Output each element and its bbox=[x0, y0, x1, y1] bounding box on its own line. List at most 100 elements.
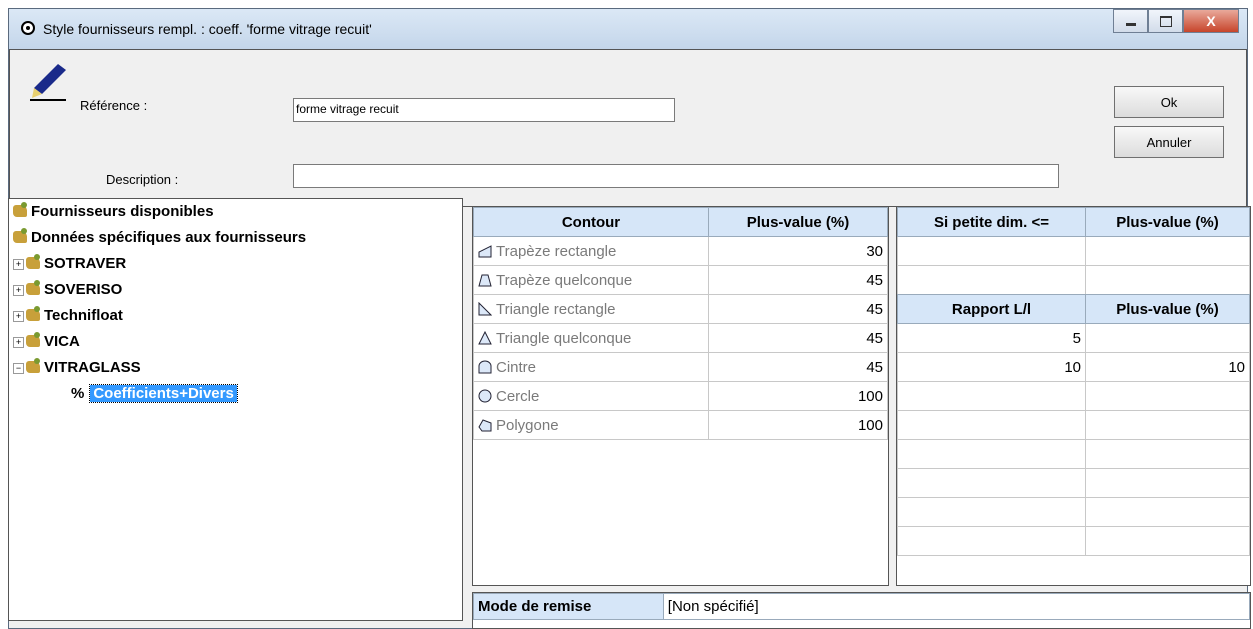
reference-label: Référence : bbox=[80, 98, 148, 113]
plus-value-cell[interactable] bbox=[1085, 265, 1250, 295]
remise-table: Mode de remise [Non spécifié] bbox=[473, 593, 1251, 620]
table-row[interactable] bbox=[897, 439, 1250, 469]
plus-value-cell[interactable]: 100 bbox=[708, 381, 888, 411]
table-row[interactable]: Cercle 100 bbox=[473, 381, 888, 411]
rapport-cell[interactable] bbox=[897, 410, 1086, 440]
supplier-folder-icon bbox=[26, 358, 40, 373]
rapport-cell[interactable] bbox=[897, 468, 1086, 498]
maximize-button[interactable] bbox=[1148, 9, 1183, 33]
contour-label: Triangle quelconque bbox=[496, 329, 632, 347]
column-header-contour[interactable]: Contour bbox=[473, 207, 709, 237]
trapeze-rectangle-icon bbox=[478, 244, 492, 257]
table-row[interactable] bbox=[897, 381, 1250, 411]
supplier-folder-icon bbox=[13, 228, 27, 243]
title-bar: Style fournisseurs rempl. : coeff. 'form… bbox=[9, 9, 1247, 50]
table-row[interactable]: Trapèze rectangle 30 bbox=[473, 236, 888, 266]
rapport-cell[interactable] bbox=[897, 439, 1086, 469]
collapse-icon[interactable]: − bbox=[13, 363, 24, 374]
description-field[interactable] bbox=[293, 164, 1059, 188]
tree-label: SOTRAVER bbox=[44, 255, 127, 272]
petite-dim-cell[interactable] bbox=[897, 265, 1086, 295]
plus-value-cell[interactable] bbox=[1085, 468, 1250, 498]
expand-icon[interactable]: + bbox=[13, 259, 24, 270]
trapeze-quelconque-icon bbox=[478, 274, 492, 286]
plus-value-cell[interactable]: 100 bbox=[708, 410, 888, 440]
triangle-rectangle-icon bbox=[478, 301, 492, 315]
cercle-icon bbox=[478, 389, 492, 402]
tree-item-coefficients[interactable]: % Coefficients+Divers bbox=[71, 384, 238, 403]
tree-item-vica[interactable]: + VICA bbox=[13, 332, 80, 350]
expand-icon[interactable]: + bbox=[13, 337, 24, 348]
plus-value-cell[interactable] bbox=[1085, 323, 1250, 353]
table-row[interactable]: Trapèze quelconque 45 bbox=[473, 265, 888, 295]
table-row[interactable]: 5 bbox=[897, 323, 1250, 353]
contour-table: Contour Plus-value (%) Trapèze rectangle… bbox=[473, 207, 888, 440]
dimension-panel: Si petite dim. <= Plus-value (%) Rapport… bbox=[896, 206, 1251, 586]
window-title: Style fournisseurs rempl. : coeff. 'form… bbox=[43, 21, 372, 37]
plus-value-cell[interactable] bbox=[1085, 381, 1250, 411]
table-row[interactable]: Polygone 100 bbox=[473, 410, 888, 440]
plus-value-cell[interactable] bbox=[1085, 526, 1250, 556]
description-label: Description : bbox=[106, 172, 179, 187]
table-row[interactable]: Cintre 45 bbox=[473, 352, 888, 382]
header-panel: Référence : forme vitrage recuit Descrip… bbox=[9, 49, 1247, 207]
table-row[interactable] bbox=[897, 526, 1250, 556]
table-row[interactable] bbox=[897, 497, 1250, 527]
petite-dim-cell[interactable] bbox=[897, 236, 1086, 266]
close-button[interactable]: X bbox=[1183, 9, 1239, 33]
column-header-rapport[interactable]: Rapport L/l bbox=[897, 294, 1086, 324]
plus-value-cell[interactable] bbox=[1085, 410, 1250, 440]
contour-label: Cintre bbox=[496, 358, 537, 376]
plus-value-cell[interactable]: 45 bbox=[708, 323, 888, 353]
column-header-plus-value[interactable]: Plus-value (%) bbox=[1085, 207, 1250, 237]
tree-item-donnees-specifiques[interactable]: Données spécifiques aux fournisseurs bbox=[13, 228, 306, 246]
table-row[interactable] bbox=[897, 236, 1250, 266]
contour-label: Polygone bbox=[496, 416, 559, 434]
ok-button[interactable]: Ok bbox=[1114, 86, 1224, 118]
tree-item-technifloat[interactable]: + Technifloat bbox=[13, 306, 123, 324]
tree-label: Fournisseurs disponibles bbox=[31, 203, 214, 220]
tree-item-vitraglass[interactable]: − VITRAGLASS bbox=[13, 358, 141, 376]
plus-value-cell[interactable] bbox=[1085, 497, 1250, 527]
supplier-folder-icon bbox=[26, 280, 40, 295]
column-header-plus-value[interactable]: Plus-value (%) bbox=[708, 207, 888, 237]
pen-icon bbox=[30, 64, 66, 101]
tree-label: VITRAGLASS bbox=[44, 359, 141, 376]
contour-panel: Contour Plus-value (%) Trapèze rectangle… bbox=[472, 206, 889, 586]
rapport-cell[interactable]: 10 bbox=[897, 352, 1086, 382]
plus-value-cell[interactable] bbox=[1085, 439, 1250, 469]
tree-label: Coefficients+Divers bbox=[89, 384, 238, 403]
tree-item-soveriso[interactable]: + SOVERISO bbox=[13, 280, 122, 298]
column-header-petite-dim[interactable]: Si petite dim. <= bbox=[897, 207, 1086, 237]
table-row[interactable] bbox=[897, 468, 1250, 498]
table-row[interactable] bbox=[897, 410, 1250, 440]
supplier-tree[interactable]: Fournisseurs disponibles Données spécifi… bbox=[8, 198, 463, 621]
remise-panel: Mode de remise [Non spécifié] bbox=[472, 592, 1251, 629]
rapport-cell[interactable] bbox=[897, 526, 1086, 556]
plus-value-cell[interactable]: 45 bbox=[708, 265, 888, 295]
petite-dim-table: Si petite dim. <= Plus-value (%) bbox=[897, 207, 1250, 295]
expand-icon[interactable]: + bbox=[13, 311, 24, 322]
column-header-plus-value[interactable]: Plus-value (%) bbox=[1085, 294, 1250, 324]
table-row[interactable]: Triangle rectangle 45 bbox=[473, 294, 888, 324]
plus-value-cell[interactable]: 45 bbox=[708, 352, 888, 382]
cintre-icon bbox=[478, 360, 492, 373]
table-row[interactable] bbox=[897, 265, 1250, 295]
rapport-cell[interactable]: 5 bbox=[897, 323, 1086, 353]
plus-value-cell[interactable]: 10 bbox=[1085, 352, 1250, 382]
plus-value-cell[interactable]: 45 bbox=[708, 294, 888, 324]
rapport-cell[interactable] bbox=[897, 497, 1086, 527]
plus-value-cell[interactable] bbox=[1085, 236, 1250, 266]
remise-value[interactable]: [Non spécifié] bbox=[662, 593, 1251, 620]
cancel-button[interactable]: Annuler bbox=[1114, 126, 1224, 158]
tree-item-fournisseurs-disponibles[interactable]: Fournisseurs disponibles bbox=[13, 202, 214, 220]
table-row[interactable]: Triangle quelconque 45 bbox=[473, 323, 888, 353]
expand-icon[interactable]: + bbox=[13, 285, 24, 296]
tree-item-sotraver[interactable]: + SOTRAVER bbox=[13, 254, 127, 272]
plus-value-cell[interactable]: 30 bbox=[708, 236, 888, 266]
minimize-button[interactable] bbox=[1113, 9, 1148, 33]
table-row[interactable]: 10 10 bbox=[897, 352, 1250, 382]
reference-field[interactable]: forme vitrage recuit bbox=[293, 98, 675, 122]
supplier-folder-icon bbox=[26, 254, 40, 269]
rapport-cell[interactable] bbox=[897, 381, 1086, 411]
